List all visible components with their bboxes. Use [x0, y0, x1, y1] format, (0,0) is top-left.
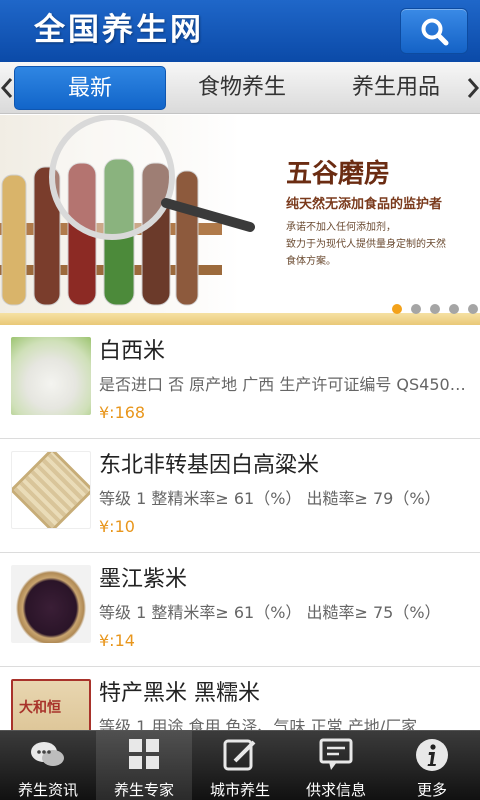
carousel-dot-4[interactable]	[449, 304, 459, 314]
nav-label: 更多	[416, 781, 447, 799]
tab-latest[interactable]: 最新	[14, 66, 166, 110]
banner-description: 承诺不加入任何添加剂， 致力于为现代人提供量身定制的天然 食体方案。	[286, 219, 472, 270]
chevron-left-icon[interactable]	[0, 76, 14, 100]
carousel-dot-3[interactable]	[430, 304, 440, 314]
product-price: ¥:10	[99, 517, 135, 536]
banner-stripe	[0, 313, 480, 325]
list-item[interactable]: 大和恒 特产黑米 黑糯米 等级 1 用途 食用 色泽、气味 正常 产地/厂家	[0, 667, 480, 730]
grid-icon	[129, 739, 159, 769]
banner-slogan: 纯天然无添加食品的监护者	[286, 197, 443, 212]
product-thumbnail	[11, 451, 91, 529]
edit-icon	[223, 739, 256, 771]
tab-food-health[interactable]: 食物养生	[170, 66, 314, 110]
product-name: 墨江紫米	[99, 567, 188, 592]
nav-label: 养生资讯	[17, 781, 78, 799]
list-item[interactable]: 东北非转基因白高粱米 等级 1 整精米率≥ 61（%） 出糙率≥ 79（%） ¥…	[0, 439, 480, 553]
nav-supply-demand[interactable]: 供求信息	[288, 731, 384, 800]
info-icon	[416, 739, 448, 771]
nav-health-news[interactable]: 养生资讯	[0, 731, 96, 800]
product-thumbnail	[11, 337, 91, 415]
app-header: 全国养生网	[0, 0, 480, 62]
product-list: 白西米 是否进口 否 原产地 广西 生产许可证编号 QS4501 1401 02…	[0, 325, 480, 730]
product-price: ¥:14	[99, 631, 135, 650]
list-item[interactable]: 白西米 是否进口 否 原产地 广西 生产许可证编号 QS4501 1401 02…	[0, 325, 480, 439]
chat-bubbles-icon	[31, 742, 64, 766]
product-name: 东北非转基因白高粱米	[99, 453, 320, 478]
carousel-dot-5[interactable]	[468, 304, 478, 314]
search-button[interactable]	[400, 8, 468, 54]
banner-description-line: 承诺不加入任何添加剂，	[286, 222, 396, 233]
carousel-dot-2[interactable]	[411, 304, 421, 314]
product-thumbnail	[11, 565, 91, 643]
promo-banner[interactable]: 五谷磨房 纯天然无添加食品的监护者 承诺不加入任何添加剂， 致力于为现代人提供量…	[0, 115, 480, 325]
search-icon	[421, 18, 449, 46]
product-description: 等级 1 用途 食用 色泽、气味 正常 产地/厂家	[99, 717, 418, 730]
nav-more[interactable]: 更多	[384, 731, 480, 800]
tab-health-products[interactable]: 养生用品	[324, 66, 468, 110]
product-name: 白西米	[99, 339, 166, 364]
banner-description-line: 食体方案。	[286, 256, 336, 267]
grain-tubes-image	[0, 115, 255, 306]
list-item[interactable]: 墨江紫米 等级 1 整精米率≥ 61（%） 出糙率≥ 75（%） ¥:14	[0, 553, 480, 667]
nav-label: 供求信息	[305, 781, 366, 799]
nav-health-experts[interactable]: 养生专家	[96, 731, 192, 800]
app-title: 全国养生网	[34, 12, 204, 48]
nav-label: 城市养生	[209, 781, 270, 799]
product-description: 是否进口 否 原产地 广西 生产许可证编号 QS4501 1401 0206	[99, 375, 467, 394]
nav-city-health[interactable]: 城市养生	[192, 731, 288, 800]
category-tabbar: 最新 食物养生 养生用品	[0, 62, 480, 114]
bottom-navigation: 养生资讯 养生专家 城市养生 供求信息 更多	[0, 730, 480, 800]
nav-label: 养生专家	[113, 781, 174, 799]
product-thumbnail: 大和恒	[11, 679, 91, 730]
product-description: 等级 1 整精米率≥ 61（%） 出糙率≥ 75（%）	[99, 603, 441, 622]
message-icon	[319, 738, 353, 770]
chevron-right-icon[interactable]	[466, 76, 480, 100]
product-price: ¥:168	[99, 403, 146, 422]
carousel-dot-1[interactable]	[392, 304, 402, 314]
product-description: 等级 1 整精米率≥ 61（%） 出糙率≥ 79（%）	[99, 489, 441, 508]
product-name: 特产黑米 黑糯米	[99, 681, 260, 706]
banner-heading: 五谷磨房	[286, 159, 391, 189]
banner-description-line: 致力于为现代人提供量身定制的天然	[286, 239, 446, 250]
